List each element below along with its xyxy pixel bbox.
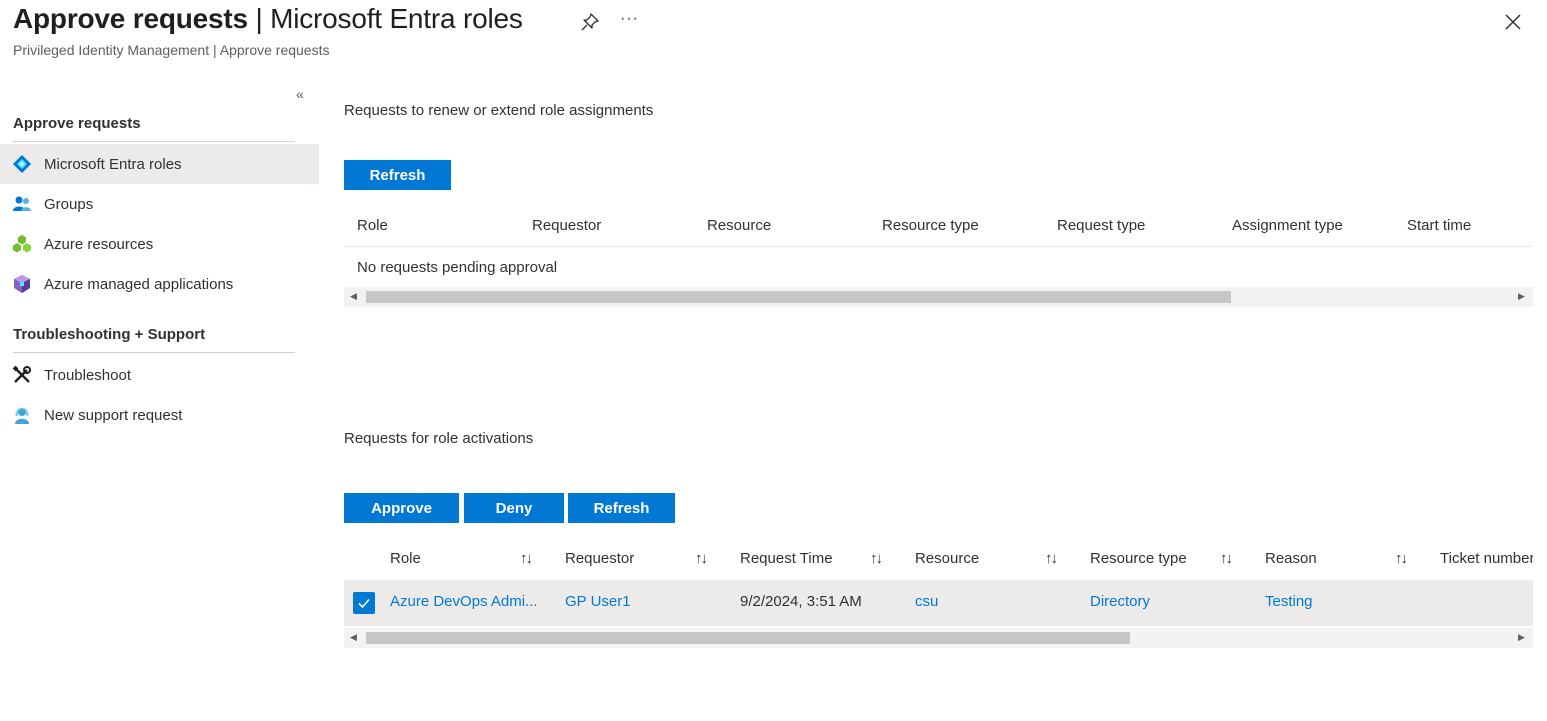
support-request-icon (12, 405, 32, 425)
entra-roles-icon (12, 154, 32, 174)
row-requestor-link[interactable]: GP User1 (565, 593, 631, 610)
renew-col-start-time: Start time (1407, 217, 1472, 234)
scrollbar-thumb[interactable] (366, 291, 1231, 303)
act-col-ticket-number[interactable]: Ticket number (1440, 550, 1533, 567)
sort-reason-icon[interactable]: ↑↓ (1395, 550, 1408, 567)
row-resource-link[interactable]: csu (915, 593, 938, 610)
sort-resource-icon[interactable]: ↑↓ (1045, 550, 1058, 567)
troubleshoot-icon (12, 365, 32, 385)
renew-refresh-button[interactable]: Refresh (344, 160, 451, 190)
checkmark-icon (358, 598, 370, 609)
sidebar-item-label: Groups (44, 195, 94, 213)
scroll-right-icon[interactable]: ▶ (1518, 632, 1525, 643)
renew-section-label: Requests to renew or extend role assignm… (344, 102, 654, 119)
act-col-reason[interactable]: Reason (1265, 550, 1317, 567)
scroll-right-icon[interactable]: ▶ (1518, 291, 1525, 302)
sidebar-item-label: Azure managed applications (44, 275, 234, 293)
activations-refresh-button[interactable]: Refresh (568, 493, 675, 523)
sidebar-item-managed-applications[interactable]: Azure managed applications (0, 264, 319, 304)
renew-empty-message: No requests pending approval (357, 259, 558, 276)
scroll-left-icon[interactable]: ◀ (350, 291, 357, 302)
renew-col-assignment-type: Assignment type (1232, 217, 1343, 234)
row-reason-link[interactable]: Testing (1265, 593, 1313, 610)
sort-role-icon[interactable]: ↑↓ (520, 550, 533, 567)
approve-button[interactable]: Approve (344, 493, 459, 523)
row-role-link[interactable]: Azure DevOps Admi... (390, 593, 538, 610)
row-checkbox[interactable] (353, 592, 375, 614)
renew-col-role: Role (357, 217, 388, 234)
renew-col-resource: Resource (707, 217, 772, 234)
activations-section-label: Requests for role activations (344, 430, 534, 447)
scrollbar-thumb[interactable] (366, 632, 1130, 644)
renew-col-resource-type: Resource type (882, 217, 979, 234)
nav-section-approve-requests: Approve requests (13, 115, 295, 142)
activations-horizontal-scrollbar[interactable]: ◀ ▶ (344, 628, 1533, 648)
renew-horizontal-scrollbar[interactable]: ◀ ▶ (344, 287, 1533, 307)
act-col-request-time[interactable]: Request Time (740, 550, 833, 567)
managed-apps-icon (12, 274, 32, 294)
act-col-requestor[interactable]: Requestor (565, 550, 634, 567)
page-title: Approve requests | Microsoft Entra roles (13, 3, 523, 34)
sidebar-item-label: Troubleshoot (44, 366, 131, 384)
sidebar-item-troubleshoot[interactable]: Troubleshoot (0, 355, 319, 395)
renew-col-requestor: Requestor (532, 217, 602, 234)
sort-resource-type-icon[interactable]: ↑↓ (1220, 550, 1233, 567)
scroll-left-icon[interactable]: ◀ (350, 632, 357, 643)
sidebar-item-label: New support request (44, 406, 183, 424)
sidebar-item-entra-roles[interactable]: Microsoft Entra roles (0, 144, 319, 184)
close-icon[interactable] (1503, 12, 1523, 32)
nav-section-troubleshooting: Troubleshooting + Support (13, 326, 295, 353)
pin-icon[interactable] (580, 12, 600, 32)
act-col-role[interactable]: Role (390, 550, 421, 567)
sort-requestor-icon[interactable]: ↑↓ (695, 550, 708, 567)
breadcrumb: Privileged Identity Management | Approve… (13, 42, 330, 58)
act-col-resource[interactable]: Resource (915, 550, 979, 567)
sidebar-item-label: Microsoft Entra roles (44, 155, 182, 173)
more-options-icon[interactable]: ··· (620, 10, 639, 28)
sidebar-item-groups[interactable]: Groups (0, 184, 319, 224)
groups-icon (12, 194, 32, 214)
renew-header-divider (344, 246, 1533, 247)
deny-button[interactable]: Deny (464, 493, 564, 523)
sidebar-item-azure-resources[interactable]: Azure resources (0, 224, 319, 264)
sidebar-item-new-support-request[interactable]: New support request (0, 395, 319, 435)
renew-col-request-type: Request type (1057, 217, 1146, 234)
azure-resources-icon (12, 234, 32, 254)
sort-request-time-icon[interactable]: ↑↓ (870, 550, 883, 567)
act-col-resource-type[interactable]: Resource type (1090, 550, 1187, 567)
row-resource-type-link[interactable]: Directory (1090, 593, 1150, 610)
collapse-sidebar-icon[interactable]: « (296, 86, 304, 102)
row-request-time: 9/2/2024, 3:51 AM (740, 593, 862, 610)
sidebar-item-label: Azure resources (44, 235, 154, 253)
